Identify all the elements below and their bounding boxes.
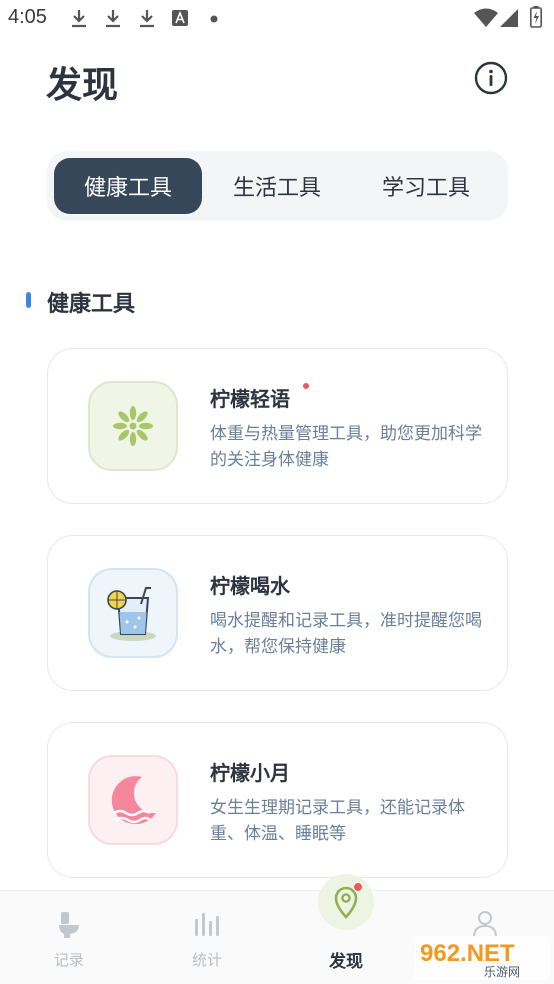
tool-card-lemon-whisper[interactable]: 柠檬轻语 体重与热量管理工具，助您更加科学的关注身体健康: [47, 348, 508, 504]
download-icon: [140, 10, 154, 28]
discover-icon-bubble[interactable]: [318, 874, 374, 930]
card-description: 体重与热量管理工具，助您更加科学的关注身体健康: [210, 424, 482, 470]
status-time: 4:05: [8, 6, 47, 28]
download-icon: [72, 10, 86, 28]
toilet-icon: [59, 912, 79, 938]
card-title: 柠檬轻语: [210, 387, 290, 411]
watermark-sub: 乐游网: [484, 965, 520, 979]
nav-record[interactable]: 记录: [14, 891, 124, 984]
new-badge-dot: [303, 383, 309, 389]
tab-health-tools[interactable]: 健康工具: [54, 158, 202, 214]
section-marker: [26, 292, 31, 308]
tab-study-tools[interactable]: 学习工具: [352, 158, 500, 214]
card-description: 喝水提醒和记录工具，准时提醒您喝水，帮您保持健康: [210, 611, 482, 657]
tab-life-tools[interactable]: 生活工具: [203, 158, 351, 214]
lemon-slice-icon: [113, 406, 153, 446]
notification-dot: [353, 882, 363, 892]
download-icon: [106, 10, 120, 28]
card-title: 柠檬小月: [210, 761, 290, 785]
info-icon: [474, 61, 508, 95]
tool-card-lemon-period[interactable]: 柠檬小月 女生生理期记录工具，还能记录体重、体温、睡眠等: [47, 722, 508, 878]
battery-charging-icon: [530, 6, 542, 28]
nav-statistics[interactable]: 统计: [152, 891, 262, 984]
card-icon-container: [88, 568, 178, 658]
signal-icon: [500, 9, 518, 27]
tool-card-lemon-water[interactable]: 柠檬喝水 喝水提醒和记录工具，准时提醒您喝水，帮您保持健康: [47, 535, 508, 691]
card-title: 柠檬喝水: [210, 574, 290, 598]
water-glass-icon: [107, 587, 156, 641]
nav-label: 统计: [191, 951, 222, 969]
crescent-moon-icon: [111, 776, 156, 825]
info-button[interactable]: [474, 61, 508, 95]
nav-label: 记录: [53, 951, 84, 969]
font-app-icon: [172, 10, 188, 26]
nav-label: 发现: [329, 952, 363, 972]
status-bar: 4:05: [0, 0, 554, 38]
card-icon-container: [88, 755, 178, 845]
card-icon-container: [88, 381, 178, 471]
bar-stats-icon: [195, 913, 219, 936]
profile-icon: [473, 911, 497, 938]
watermark-brand: 962.NET: [420, 940, 515, 967]
tool-category-tabs: 健康工具 生活工具 学习工具: [47, 151, 508, 221]
dot-icon: [210, 15, 218, 23]
page-title: 发现: [46, 65, 119, 106]
section-title: 健康工具: [47, 292, 136, 317]
wifi-icon: [474, 8, 498, 27]
location-pin-icon: [334, 886, 358, 919]
watermark-logo: 962.NET 乐游网: [414, 936, 550, 980]
card-description: 女生生理期记录工具，还能记录体重、体温、睡眠等: [210, 798, 465, 844]
